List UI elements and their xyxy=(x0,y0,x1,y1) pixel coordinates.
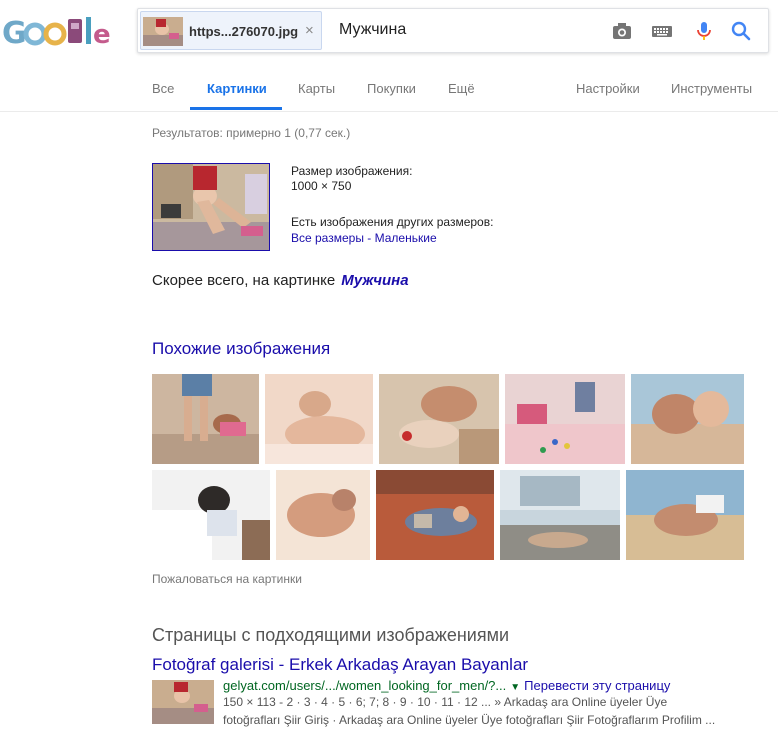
mic-icon[interactable] xyxy=(693,20,715,42)
result-title-link[interactable]: Fotoğraf galerisi - Erkek Arkadaş Arayan… xyxy=(152,655,528,675)
similar-images-title[interactable]: Похожие изображения xyxy=(152,339,330,359)
report-images-link[interactable]: Пожаловаться на картинки xyxy=(152,572,302,586)
tab-more[interactable]: Ещё xyxy=(448,81,475,96)
tab-images[interactable]: Картинки xyxy=(207,81,267,96)
svg-text:e: e xyxy=(93,20,111,50)
result-url: gelyat.com/users/.../women_looking_for_m… xyxy=(223,678,670,693)
tab-shopping[interactable]: Покупки xyxy=(367,81,416,96)
search-icon[interactable] xyxy=(730,20,752,42)
tab-all[interactable]: Все xyxy=(152,81,174,96)
query-image[interactable] xyxy=(152,163,270,251)
similar-image-thumbnail[interactable] xyxy=(376,470,494,560)
best-guess-prefix: Скорее всего, на картинке xyxy=(152,272,336,289)
similar-image-thumbnail[interactable] xyxy=(276,470,370,560)
result-snippet: fotoğrafları Şiir Giriş · Arkadaş ara On… xyxy=(223,713,716,727)
size-separator: - xyxy=(363,231,375,245)
result-thumbnail[interactable] xyxy=(152,680,214,724)
tab-settings[interactable]: Настройки xyxy=(576,81,640,96)
matching-pages-title: Страницы с подходящими изображениями xyxy=(152,625,510,645)
chevron-down-icon[interactable]: ▼ xyxy=(510,682,520,693)
image-size-label: Размер изображения: xyxy=(291,164,413,178)
similar-image-thumbnail[interactable] xyxy=(379,374,499,464)
active-tab-indicator xyxy=(190,107,282,110)
similar-image-thumbnail[interactable] xyxy=(505,374,625,464)
result-snippet: 150 × 113 - 2 · 3 · 4 · 5 · 6; 7; 8 · 9 … xyxy=(223,695,668,709)
close-icon[interactable]: × xyxy=(305,22,314,39)
result-url-text: gelyat.com/users/.../women_looking_for_m… xyxy=(223,678,507,693)
image-size-value: 1000 × 750 xyxy=(291,179,352,193)
best-guess-link[interactable]: Мужчина xyxy=(341,272,408,289)
chip-thumbnail xyxy=(143,17,183,46)
small-sizes-link[interactable]: Маленькие xyxy=(375,231,437,245)
best-guess: Скорее всего, на картинке Мужчина xyxy=(152,272,409,289)
header: G e https...276070.jpg × Мужчина Все Кар… xyxy=(0,0,778,112)
result-stats: Результатов: примерно 1 (0,77 сек.) xyxy=(152,126,351,140)
tab-tools[interactable]: Инструменты xyxy=(671,81,752,96)
search-box[interactable]: https...276070.jpg × Мужчина xyxy=(137,8,769,53)
similar-image-thumbnail[interactable] xyxy=(265,374,373,464)
search-tabs: Все Картинки Карты Покупки Ещё Настройки… xyxy=(0,76,778,112)
image-query-chip[interactable]: https...276070.jpg × xyxy=(140,11,322,50)
keyboard-icon[interactable] xyxy=(651,20,673,42)
google-doodle-logo[interactable]: G e xyxy=(2,12,122,52)
size-links: Все размеры - Маленькие xyxy=(291,231,437,245)
translate-page-link[interactable]: Перевести эту страницу xyxy=(524,678,670,693)
all-sizes-link[interactable]: Все размеры xyxy=(291,231,364,245)
tab-maps[interactable]: Карты xyxy=(298,81,335,96)
similar-image-thumbnail[interactable] xyxy=(152,374,259,464)
camera-icon[interactable] xyxy=(611,20,633,42)
similar-image-thumbnail[interactable] xyxy=(626,470,744,560)
similar-image-thumbnail[interactable] xyxy=(152,470,270,560)
search-input[interactable]: Мужчина xyxy=(339,21,406,39)
svg-text:G: G xyxy=(2,16,27,51)
similar-image-thumbnail[interactable] xyxy=(500,470,620,560)
other-sizes-label: Есть изображения других размеров: xyxy=(291,215,494,229)
chip-label: https...276070.jpg xyxy=(189,24,299,39)
similar-image-thumbnail[interactable] xyxy=(631,374,744,464)
